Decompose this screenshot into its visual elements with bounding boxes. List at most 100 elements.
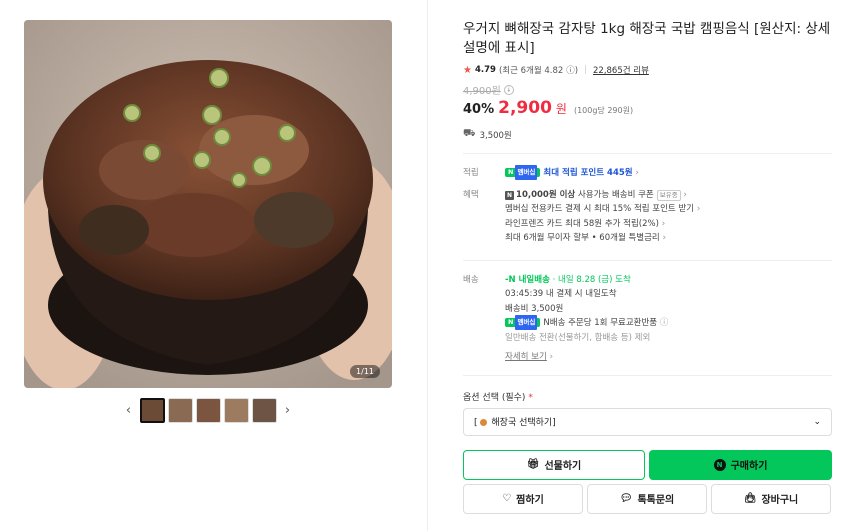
delivery-section: 배송 -N 내일배송 · 내일 8.28 (금) 도착 03:45:39 내 결… — [463, 273, 832, 365]
next-thumb-button[interactable]: › — [280, 399, 296, 423]
delivery-deadline: 03:45:39 내 결제 시 내일도착 — [505, 289, 617, 299]
column-divider — [427, 0, 428, 531]
chevron-right-icon: › — [284, 403, 291, 418]
more-row[interactable]: 자세히 보기 › — [505, 350, 668, 365]
product-title: 우거지 뼈해장국 감자탕 1kg 해장국 국밥 캠핑음식 [원산지: 상세설명에… — [463, 21, 831, 56]
npay-icon: N — [713, 458, 726, 471]
separator: | — [584, 65, 587, 75]
delivery-note: 일반배송 전환(선물하기, 합배송 등) 제외 — [505, 332, 651, 343]
product-photo — [24, 20, 392, 388]
ndelivery-badge: -N — [505, 274, 519, 285]
delivery-arrival-row: -N 내일배송 · 내일 8.28 (금) 도착 — [505, 273, 668, 288]
chevron-right-icon: › — [661, 218, 666, 229]
coupon-row[interactable]: N 10,000원 이상 사용가능 배송비 쿠폰 보유중 › — [505, 188, 700, 203]
delivery-label: 배송 — [463, 274, 479, 285]
original-price: 4,900원 i — [463, 82, 832, 97]
rating-row: ★ 4.79 (최근 6개월 4.82 ⓘ) | 22,865건 리뷰 — [463, 64, 832, 77]
star-icon: ★ — [463, 64, 472, 76]
image-counter: 1/11 — [350, 365, 380, 378]
thumbnail-1[interactable] — [139, 398, 165, 423]
benefit-text-2: 멤버십 전용카드 결제 시 최대 15% 적립 포인트 받기 — [505, 204, 695, 214]
ndelivery-label: 내일배송 — [518, 274, 550, 285]
divider — [463, 259, 832, 261]
delivery-fee: 배송비 3,500원 — [505, 303, 564, 314]
npay-membership-badge: N 멤버십 — [505, 315, 541, 330]
primary-actions: 🎁︎ 선물하기 N 구매하기 — [463, 449, 832, 480]
chevron-right-icon: › — [635, 168, 639, 178]
option-section: 옵션 선택 (필수) * [ 해장국 선택하기] ⌄ — [463, 390, 832, 436]
wish-button[interactable]: ♡ 찜하기 — [463, 483, 583, 514]
thumbnail-4[interactable] — [223, 398, 249, 423]
chevron-right-icon: › — [696, 204, 701, 214]
option-text: 해장국 선택하기] — [491, 418, 556, 428]
npay-membership-badge: N 멤버십 — [505, 165, 541, 180]
option-select[interactable]: [ 해장국 선택하기] ⌄ — [463, 407, 832, 436]
talk-label: 톡톡문의 — [637, 495, 675, 506]
currency-unit: 원 — [555, 102, 567, 116]
required-mark: * — [528, 392, 533, 403]
wish-label: 찜하기 — [516, 495, 544, 506]
thumbnail-strip: ‹ › — [24, 398, 392, 423]
chevron-right-icon: › — [683, 189, 688, 200]
bowl-icon — [479, 419, 487, 426]
price-row: 40% 2,900 원 (100g당 290원) — [463, 98, 832, 118]
info-icon[interactable]: ⓘ — [660, 318, 669, 328]
original-price-value: 4,900원 — [463, 86, 501, 97]
exchange-row: N 멤버십 N배송 주문당 1회 무료교환반품 ⓘ — [505, 315, 669, 331]
reviews-link[interactable]: 22,865건 리뷰 — [593, 64, 649, 76]
coupon-text: 사용가능 배송비 쿠폰 — [575, 189, 654, 200]
secondary-actions: ♡ 찜하기 💬︎ 톡톡문의 👜︎ 장바구니 — [463, 483, 832, 514]
points-section: 적립 N 멤버십 최대 적립 포인트 445원 › — [463, 165, 832, 181]
benefit-line-2[interactable]: 멤버십 전용카드 결제 시 최대 15% 적립 포인트 받기 › — [505, 202, 700, 217]
option-label: 옵션 선택 (필수) * — [463, 390, 832, 403]
option-label-text: 옵션 선택 (필수) — [463, 392, 526, 403]
chat-icon: 💬︎ — [619, 493, 633, 504]
gift-button[interactable]: 🎁︎ 선물하기 — [463, 449, 645, 480]
gift-icon: 🎁︎ — [526, 459, 540, 470]
benefit-line-3[interactable]: 라인프렌즈 카드 최대 58원 추가 적립(2%) › — [505, 217, 700, 232]
info-icon[interactable]: i — [503, 84, 514, 95]
exchange-text: N배송 주문당 1회 무료교환반품 — [543, 318, 658, 328]
benefit-text-4: 최대 6개월 무이자 할부 • 60개월 특별금리 — [505, 233, 660, 243]
product-info: 우거지 뼈해장국 감자탕 1kg 해장국 국밥 캠핑음식 [원산지: 상세설명에… — [463, 20, 832, 514]
rating-info[interactable]: ⓘ) — [566, 64, 578, 76]
bag-icon: 👜︎ — [743, 493, 757, 504]
thumbnail-5[interactable] — [251, 398, 277, 423]
buy-button[interactable]: N 구매하기 — [649, 449, 832, 480]
cart-label: 장바구니 — [761, 495, 799, 506]
buy-label: 구매하기 — [730, 461, 768, 472]
shipping-row: ⛟ 3,500원 — [463, 128, 832, 141]
benefits-label: 혜택 — [463, 189, 479, 200]
truck-icon: ⛟ — [463, 128, 476, 139]
chevron-right-icon: › — [662, 233, 667, 243]
rating-value: 4.79 — [474, 65, 496, 75]
option-prefix: [ — [474, 418, 478, 428]
chevron-down-icon: ⌄ — [813, 416, 821, 427]
cart-button[interactable]: 👜︎ 장바구니 — [711, 483, 831, 514]
benefit-line-4[interactable]: 최대 6개월 무이자 할부 • 60개월 특별금리 › — [505, 231, 700, 246]
benefit-text-3: 라인프렌즈 카드 최대 58원 추가 적립(2%) — [505, 218, 659, 229]
heart-icon: ♡ — [502, 493, 512, 504]
coupon-amount: 10,000원 이상 — [516, 189, 576, 200]
thumbnail-3[interactable] — [195, 398, 221, 423]
divider — [463, 153, 832, 154]
talk-button[interactable]: 💬︎ 톡톡문의 — [587, 483, 707, 514]
product-gallery: 1/11 ‹ › — [24, 20, 392, 423]
prev-thumb-button[interactable]: ‹ — [121, 399, 137, 423]
points-link[interactable]: 최대 적립 포인트 445원 — [543, 168, 632, 178]
option-select-value: [ 해장국 선택하기] — [474, 415, 556, 428]
rating-recent: (최근 6개월 4.82 — [498, 66, 564, 76]
thumbnail-2[interactable] — [167, 398, 193, 423]
coupon-icon: N — [505, 190, 515, 200]
shipping-fee: 3,500원 — [479, 130, 512, 141]
unit-price: (100g당 290원) — [573, 106, 634, 115]
coupon-owned-badge: 보유중 — [656, 189, 681, 201]
chevron-right-icon: › — [549, 352, 554, 362]
more-link[interactable]: 자세히 보기 — [505, 352, 547, 362]
arrival-date: · 내일 8.28 (금) 도착 — [552, 274, 631, 285]
chevron-left-icon: ‹ — [125, 403, 132, 418]
benefits-section: 혜택 N 10,000원 이상 사용가능 배송비 쿠폰 보유중 › 멤버십 전용카드… — [463, 188, 832, 246]
points-label: 적립 — [463, 168, 479, 178]
sale-price: 2,900 — [498, 98, 552, 118]
product-main-image[interactable]: 1/11 — [24, 20, 392, 388]
